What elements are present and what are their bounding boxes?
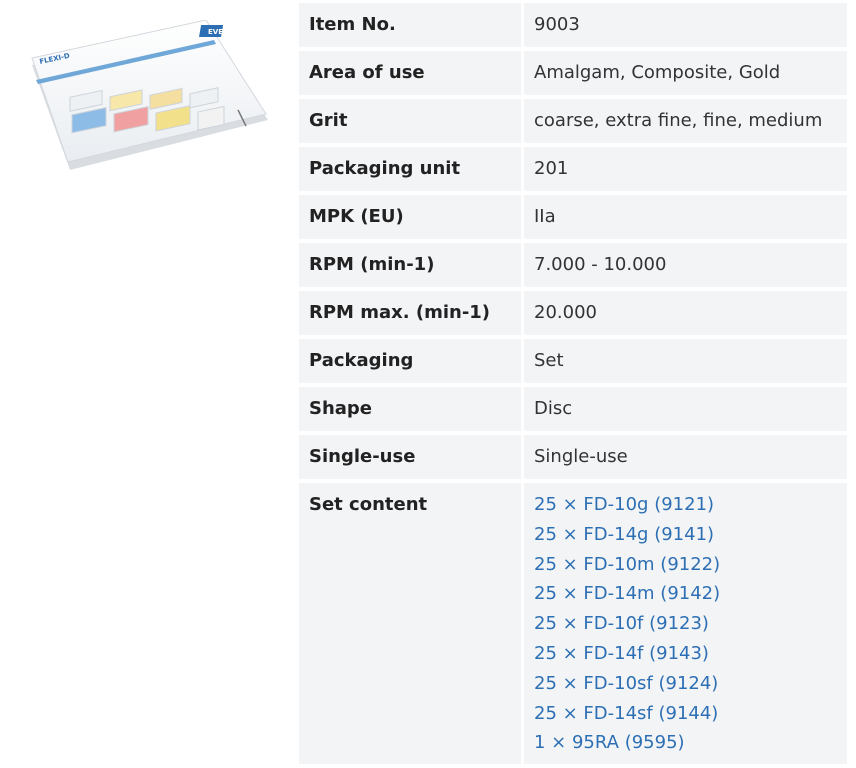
spec-row-mpk: MPK (EU) IIa: [299, 195, 847, 239]
spec-value: 9003: [524, 3, 847, 47]
list-item: 25 × FD-10g (9121): [534, 490, 837, 520]
spec-label: Area of use: [299, 51, 521, 95]
spec-label: Item No.: [299, 3, 521, 47]
set-content-link[interactable]: 25 × FD-10g (9121): [534, 494, 714, 515]
spec-value: Single-use: [524, 435, 847, 479]
spec-label: Single-use: [299, 435, 521, 479]
set-content-list: 25 × FD-10g (9121) 25 × FD-14g (9141) 25…: [534, 490, 837, 758]
spec-value: coarse, extra fine, fine, medium: [524, 99, 847, 143]
set-content-link[interactable]: 25 × FD-10sf (9124): [534, 673, 718, 694]
spec-row-item-no: Item No. 9003: [299, 3, 847, 47]
list-item: 25 × FD-14f (9143): [534, 639, 837, 669]
spec-value: Amalgam, Composite, Gold: [524, 51, 847, 95]
product-box-illustration: EVE FLEXI-D: [31, 19, 268, 170]
list-item: 25 × FD-10m (9122): [534, 550, 837, 580]
brand-logo: EVE: [208, 28, 223, 36]
spec-label: Set content: [299, 483, 521, 765]
spec-value: IIa: [524, 195, 847, 239]
spec-value: Set: [524, 339, 847, 383]
spec-label: Packaging unit: [299, 147, 521, 191]
spec-row-single-use: Single-use Single-use: [299, 435, 847, 479]
set-content-list-cell: 25 × FD-10g (9121) 25 × FD-14g (9141) 25…: [524, 483, 847, 765]
list-item: 1 × 95RA (9595): [534, 728, 837, 758]
spec-row-grit: Grit coarse, extra fine, fine, medium: [299, 99, 847, 143]
spec-row-packaging: Packaging Set: [299, 339, 847, 383]
spec-row-rpm: RPM (min-1) 7.000 - 10.000: [299, 243, 847, 287]
set-content-link[interactable]: 25 × FD-10m (9122): [534, 554, 720, 575]
set-content-link[interactable]: 25 × FD-14m (9142): [534, 583, 720, 604]
set-content-link[interactable]: 25 × FD-14g (9141): [534, 524, 714, 545]
spec-label: Shape: [299, 387, 521, 431]
list-item: 25 × FD-10f (9123): [534, 609, 837, 639]
set-content-link[interactable]: 25 × FD-14f (9143): [534, 643, 709, 664]
list-item: 25 × FD-14g (9141): [534, 520, 837, 550]
spec-row-packaging-unit: Packaging unit 201: [299, 147, 847, 191]
set-content-link[interactable]: 25 × FD-10f (9123): [534, 613, 709, 634]
spec-label: MPK (EU): [299, 195, 521, 239]
specifications-table: Item No. 9003 Area of use Amalgam, Compo…: [296, 0, 850, 768]
spec-label: Grit: [299, 99, 521, 143]
spec-label: RPM (min-1): [299, 243, 521, 287]
spec-row-rpm-max: RPM max. (min-1) 20.000: [299, 291, 847, 335]
spec-row-area-of-use: Area of use Amalgam, Composite, Gold: [299, 51, 847, 95]
set-content-link[interactable]: 1 × 95RA (9595): [534, 732, 685, 753]
spec-value: 20.000: [524, 291, 847, 335]
spec-label: Packaging: [299, 339, 521, 383]
spec-label: RPM max. (min-1): [299, 291, 521, 335]
spec-row-shape: Shape Disc: [299, 387, 847, 431]
spec-value: 7.000 - 10.000: [524, 243, 847, 287]
list-item: 25 × FD-10sf (9124): [534, 669, 837, 699]
product-image: EVE FLEXI-D: [10, 19, 272, 178]
spec-value: 201: [524, 147, 847, 191]
list-item: 25 × FD-14sf (9144): [534, 699, 837, 729]
spec-value: Disc: [524, 387, 847, 431]
spec-row-set-content: Set content 25 × FD-10g (9121) 25 × FD-1…: [299, 483, 847, 765]
set-content-link[interactable]: 25 × FD-14sf (9144): [534, 703, 718, 724]
list-item: 25 × FD-14m (9142): [534, 579, 837, 609]
